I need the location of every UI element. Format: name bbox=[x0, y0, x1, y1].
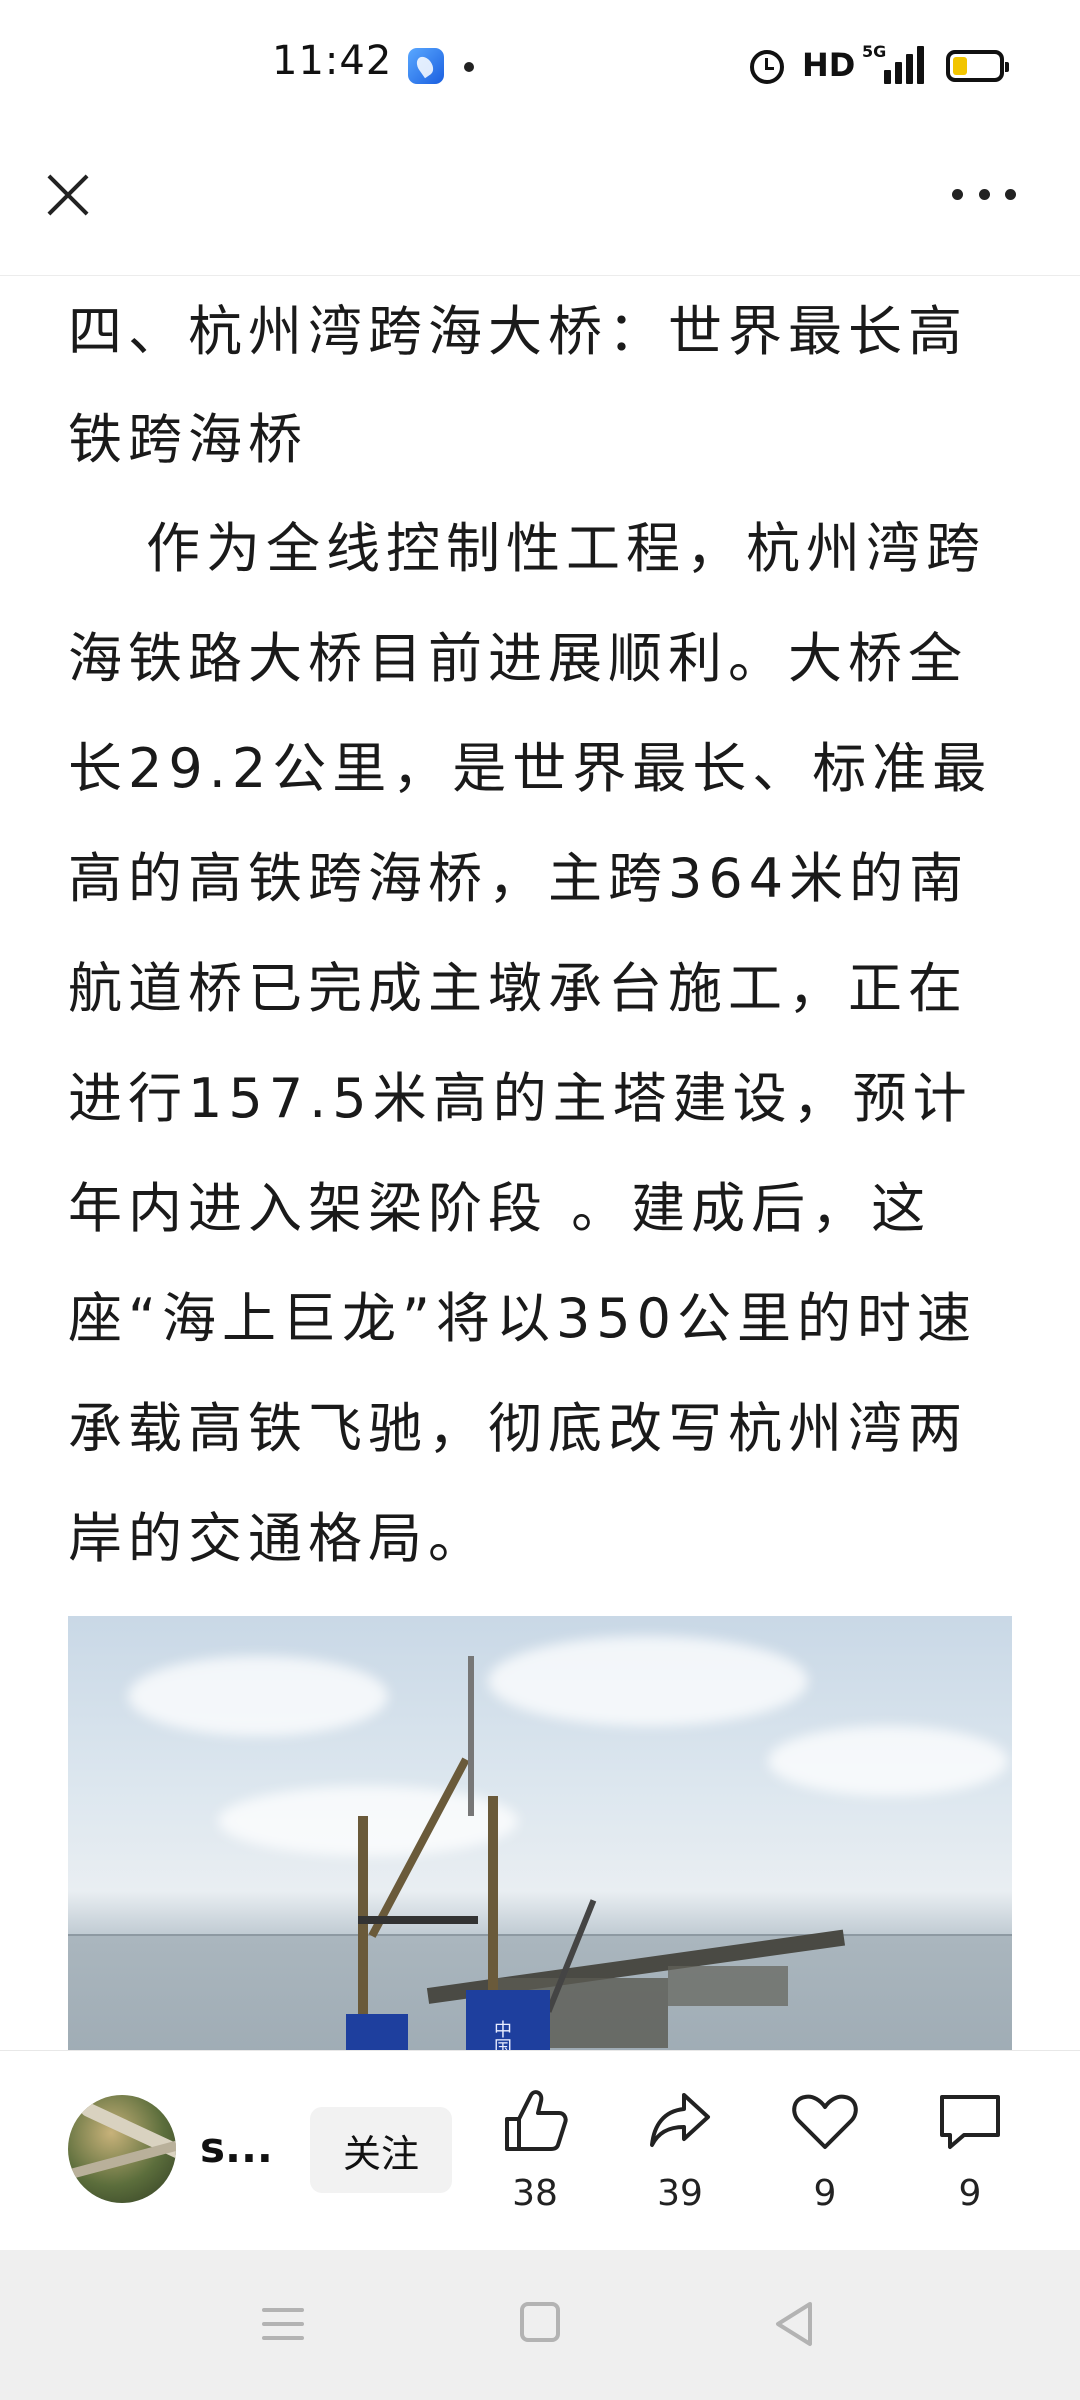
comment-count: 9 bbox=[958, 2173, 982, 2214]
battery-icon bbox=[946, 50, 1009, 82]
follow-button[interactable]: 关注 bbox=[310, 2107, 452, 2193]
share-arrow-icon bbox=[650, 2093, 710, 2147]
horizon-line bbox=[68, 1934, 1012, 1936]
status-bar: 11:42 HD 5G bbox=[0, 0, 1080, 130]
article-content: 四、杭州湾跨海大桥：世界最长高铁跨海桥 作为全线控制性工程，杭州湾跨海铁路大桥目… bbox=[68, 276, 1012, 2050]
tower-right: 中国 bbox=[466, 1990, 550, 2050]
comment-button[interactable]: 9 bbox=[920, 2085, 1020, 2225]
author-avatar[interactable] bbox=[68, 2095, 176, 2203]
tower-left bbox=[346, 2014, 408, 2050]
signal-icon: 5G bbox=[860, 42, 930, 84]
recent-apps-icon[interactable] bbox=[262, 2304, 304, 2344]
close-icon[interactable] bbox=[40, 166, 96, 222]
article-paragraph: 作为全线控制性工程，杭州湾跨海铁路大桥目前进展顺利。大桥全长29.2公里，是世界… bbox=[68, 517, 993, 1570]
comment-bubble-icon bbox=[940, 2095, 1000, 2149]
alarm-icon bbox=[750, 50, 784, 84]
favorite-count: 9 bbox=[813, 2173, 837, 2214]
share-count: 39 bbox=[657, 2173, 703, 2214]
status-time: 11:42 bbox=[272, 38, 393, 84]
hd-indicator: HD bbox=[802, 46, 856, 84]
like-count: 38 bbox=[512, 2173, 558, 2214]
share-button[interactable]: 39 bbox=[630, 2085, 730, 2225]
author-name[interactable]: s... bbox=[200, 2123, 273, 2172]
bottom-action-bar: s... 关注 38 39 9 9 bbox=[0, 2050, 1080, 2250]
article-image[interactable]: 中国 bbox=[68, 1616, 1012, 2050]
heart-icon bbox=[792, 2094, 858, 2149]
like-button[interactable]: 38 bbox=[485, 2085, 585, 2225]
signal-label: 5G bbox=[862, 42, 887, 61]
home-icon[interactable] bbox=[520, 2302, 560, 2342]
article-headline: 四、杭州湾跨海大桥：世界最长高铁跨海桥 bbox=[68, 300, 968, 471]
thumbs-up-icon bbox=[505, 2090, 568, 2151]
more-options-icon[interactable] bbox=[952, 186, 1016, 202]
app-notification-icon bbox=[408, 48, 444, 84]
notification-dot-icon bbox=[464, 62, 474, 72]
favorite-button[interactable]: 9 bbox=[775, 2085, 875, 2225]
system-navigation-bar bbox=[0, 2250, 1080, 2400]
tower-label: 中国 bbox=[491, 2020, 512, 2050]
top-bar bbox=[0, 130, 1080, 276]
back-icon[interactable] bbox=[772, 2300, 816, 2348]
